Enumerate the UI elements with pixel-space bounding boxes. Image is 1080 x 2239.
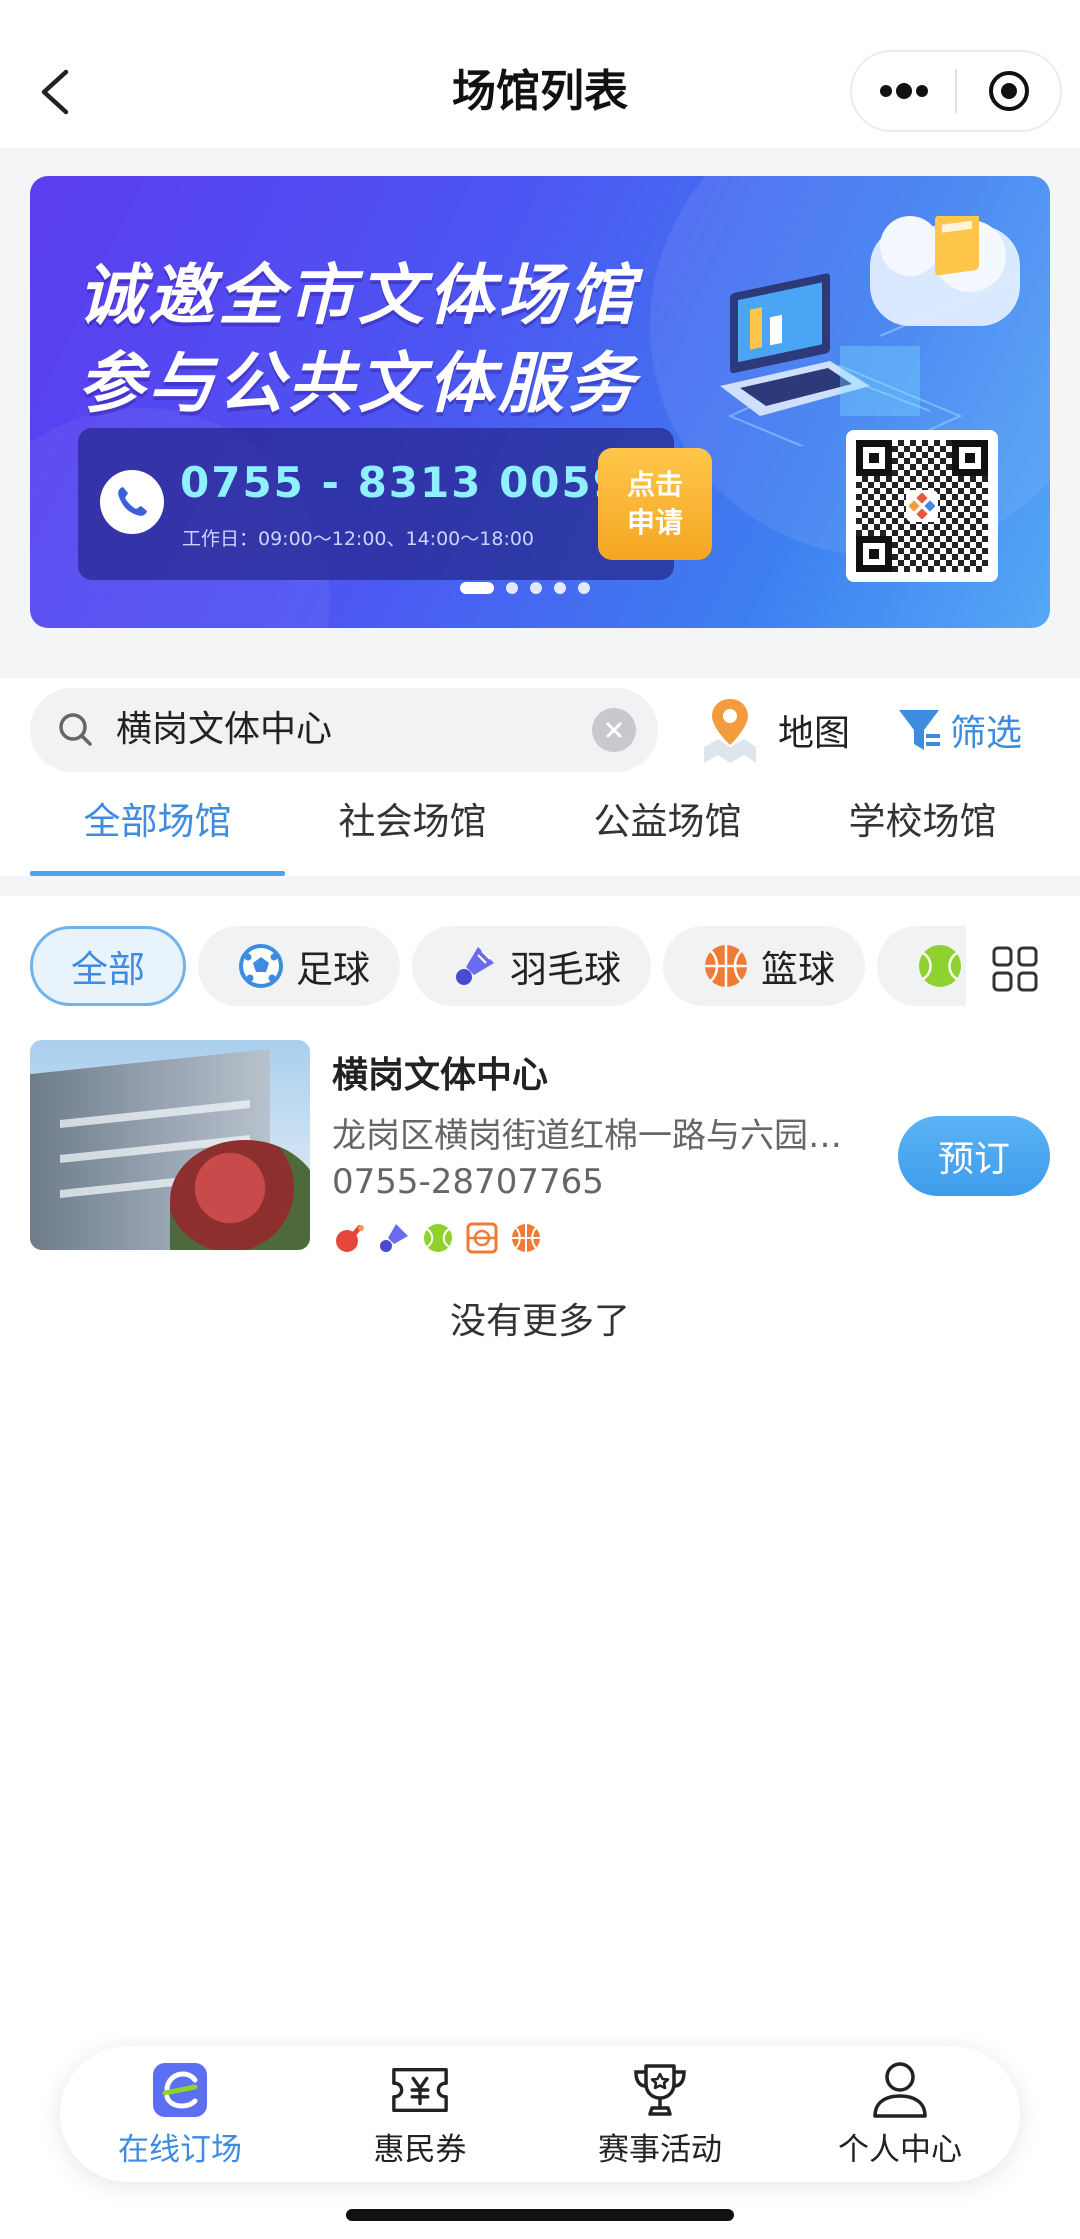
venue-photo — [30, 1040, 310, 1250]
tabbar-label: 赛事活动 — [598, 2131, 722, 2168]
clear-search-button[interactable] — [592, 708, 636, 752]
trophy-icon — [630, 2060, 690, 2120]
sport-filter-chips: 全部 足球 羽毛球 篮球 — [30, 926, 966, 1010]
chip-tennis[interactable] — [877, 926, 966, 1006]
hotline-box: 0755 - 8313 0059 工作日：09:00～12:00、14:00～1… — [78, 428, 674, 580]
qr-code — [846, 430, 998, 582]
qr-finder — [856, 440, 892, 476]
search-icon — [59, 713, 92, 746]
filter-button[interactable]: 筛选 — [896, 692, 1022, 768]
tabbar-label: 个人中心 — [838, 2131, 962, 2168]
navigation-bar: 场馆列表 — [0, 0, 1080, 148]
hotline-number: 0755 - 8313 0059 — [180, 458, 624, 507]
close-miniprogram-button[interactable] — [957, 52, 1060, 130]
tab-social-venues[interactable]: 社会场馆 — [285, 780, 540, 876]
carousel-dot[interactable] — [554, 582, 566, 594]
qr-finder — [952, 440, 988, 476]
apply-label-2: 申请 — [626, 506, 683, 539]
basketball-court-icon — [466, 1222, 498, 1254]
carousel-dot[interactable] — [578, 582, 590, 594]
venue-category-tabs: 全部场馆 社会场馆 公益场馆 学校场馆 — [0, 780, 1080, 876]
tabbar-coupon[interactable]: 惠民券 — [300, 2046, 540, 2182]
phone-icon — [100, 470, 164, 534]
tabbar-label: 在线订场 — [118, 2131, 242, 2168]
tennis-ball-icon — [917, 943, 963, 989]
laptop-cloud-illustration — [720, 216, 1021, 446]
filter-label: 筛选 — [950, 713, 1023, 754]
search-input[interactable]: 横岗文体中心 — [30, 688, 658, 772]
tabbar-events[interactable]: 赛事活动 — [540, 2046, 780, 2182]
book-button[interactable]: 预订 — [898, 1116, 1050, 1196]
map-button[interactable]: 地图 — [700, 692, 850, 768]
promo-banner[interactable]: 诚邀全市文体场馆 参与公共文体服务 0755 - 8313 0059 工作日：0… — [30, 176, 1050, 628]
venue-name: 横岗文体中心 — [332, 1055, 549, 1096]
venue-sport-icons — [334, 1222, 542, 1254]
search-value: 横岗文体中心 — [116, 709, 333, 750]
chip-label: 全部 — [71, 948, 145, 991]
chip-basketball[interactable]: 篮球 — [663, 926, 865, 1006]
qr-logo-icon — [906, 490, 938, 522]
person-icon — [870, 2060, 930, 2120]
carousel-dot[interactable] — [530, 582, 542, 594]
shuttlecock-icon — [378, 1222, 410, 1254]
more-button[interactable] — [852, 52, 955, 130]
venue-card[interactable]: 横岗文体中心 龙岗区横岗街道红棉一路与六园… 0755-28707765 预订 — [30, 1040, 1050, 1254]
target-circle-icon — [988, 71, 1029, 111]
venue-phone: 0755-28707765 — [332, 1162, 604, 1202]
basketball-icon — [510, 1222, 542, 1254]
apply-label-1: 点击 — [626, 468, 683, 501]
qr-finder — [856, 536, 892, 572]
tennis-ball-icon — [422, 1222, 454, 1254]
tabbar-label: 惠民券 — [373, 2131, 467, 2168]
map-pin-icon — [704, 699, 756, 763]
table-tennis-icon — [334, 1222, 366, 1254]
qr-pattern — [856, 440, 988, 572]
tabbar-online-booking[interactable]: 在线订场 — [60, 2046, 300, 2182]
miniprogram-capsule — [850, 50, 1062, 132]
grid-view-icon[interactable] — [990, 944, 1040, 994]
chip-all[interactable]: 全部 — [30, 926, 186, 1006]
carousel-dot[interactable] — [506, 582, 518, 594]
tab-school-venues[interactable]: 学校场馆 — [795, 780, 1050, 876]
section-divider — [0, 876, 1080, 896]
apply-button[interactable]: 点击 申请 — [598, 448, 712, 560]
chip-label: 羽毛球 — [510, 948, 621, 991]
chip-label: 篮球 — [761, 948, 835, 991]
list-end-text: 没有更多了 — [449, 1301, 630, 1342]
close-icon — [606, 722, 622, 738]
shuttlecock-icon — [452, 943, 498, 989]
hotline-hours: 工作日：09:00～12:00、14:00～18:00 — [182, 528, 535, 550]
tabbar-profile[interactable]: 个人中心 — [780, 2046, 1020, 2182]
search-row: 横岗文体中心 地图 筛选 — [0, 678, 1080, 778]
map-label: 地图 — [778, 713, 851, 754]
chip-football[interactable]: 足球 — [198, 926, 400, 1006]
filter-funnel-icon — [899, 710, 940, 750]
tab-public-venues[interactable]: 公益场馆 — [540, 780, 795, 876]
more-dots-icon — [879, 83, 928, 99]
tab-all-venues[interactable]: 全部场馆 — [30, 780, 285, 876]
venue-address: 龙岗区横岗街道红棉一路与六园… — [332, 1116, 842, 1156]
football-icon — [238, 943, 284, 989]
carousel-indicator — [460, 582, 590, 594]
coupon-icon — [390, 2060, 450, 2120]
carousel-dot[interactable] — [460, 582, 494, 594]
chip-label: 足球 — [296, 948, 370, 991]
home-indicator[interactable] — [346, 2209, 734, 2221]
basketball-icon — [703, 943, 749, 989]
bottom-tab-bar: 在线订场 惠民券 赛事活动 个人中心 — [60, 2046, 1020, 2182]
banner-headline-2: 参与公共文体服务 — [78, 345, 638, 422]
online-booking-icon — [150, 2060, 210, 2120]
chip-badminton[interactable]: 羽毛球 — [412, 926, 651, 1006]
banner-headline-1: 诚邀全市文体场馆 — [78, 257, 638, 334]
